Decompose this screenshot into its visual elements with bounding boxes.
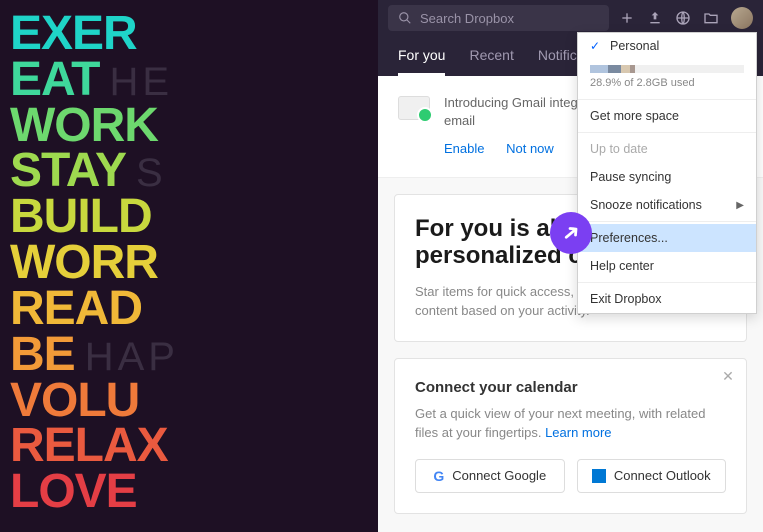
outlook-icon — [592, 469, 606, 483]
avatar[interactable] — [731, 7, 753, 29]
exit-dropbox-item[interactable]: Exit Dropbox — [578, 285, 756, 313]
usage-segment — [621, 65, 630, 73]
folder-icon[interactable] — [703, 10, 719, 26]
close-icon[interactable]: ✕ — [720, 369, 736, 385]
calendar-title: Connect your calendar — [415, 379, 726, 396]
account-dropdown: ✓ Personal 28.9% of 2.8GB used Get more … — [577, 32, 757, 314]
search-container[interactable] — [388, 5, 609, 31]
sync-status-item: Up to date — [578, 135, 756, 163]
enable-link[interactable]: Enable — [444, 141, 484, 156]
connect-google-button[interactable]: G Connect Google — [415, 459, 565, 493]
help-center-item[interactable]: Help center — [578, 252, 756, 280]
search-icon — [398, 11, 412, 25]
upload-icon[interactable] — [647, 10, 663, 26]
check-icon: ✓ — [590, 39, 602, 53]
snooze-notifications-item[interactable]: Snooze notifications ▶ — [578, 191, 756, 219]
tab-recent[interactable]: Recent — [469, 47, 513, 76]
learn-more-link[interactable]: Learn more — [545, 425, 611, 440]
add-icon[interactable] — [619, 10, 635, 26]
usage-bar — [590, 65, 744, 73]
connect-outlook-button[interactable]: Connect Outlook — [577, 459, 727, 493]
calendar-card: ✕ Connect your calendar Get a quick view… — [394, 358, 747, 514]
chevron-right-icon: ▶ — [736, 200, 744, 211]
usage-segment — [630, 65, 635, 73]
calendar-desc: Get a quick view of your next meeting, w… — [415, 404, 726, 443]
tab-for-you[interactable]: For you — [398, 47, 445, 76]
not-now-link[interactable]: Not now — [506, 141, 554, 156]
envelope-icon — [398, 96, 430, 120]
wallpaper-line: LOVE — [10, 466, 368, 518]
get-more-space-item[interactable]: Get more space — [578, 102, 756, 130]
usage-segment — [590, 65, 608, 73]
account-name: Personal — [610, 39, 659, 53]
wallpaper-line: BEHAP — [10, 329, 368, 381]
google-icon: G — [433, 468, 444, 484]
usage-segment — [608, 65, 620, 73]
pause-syncing-item[interactable]: Pause syncing — [578, 163, 756, 191]
topbar — [378, 0, 763, 36]
wallpaper-line: EATHE — [10, 54, 368, 106]
usage-text: 28.9% of 2.8GB used — [578, 77, 756, 97]
globe-icon[interactable] — [675, 10, 691, 26]
preferences-item[interactable]: Preferences... — [578, 224, 756, 252]
dropbox-panel: For youRecentNotifications Introducing G… — [378, 0, 763, 532]
desktop-wallpaper: EXEREATHEWORKSTAYSBUILDWORRREADBEHAPVOLU… — [0, 0, 378, 532]
account-row[interactable]: ✓ Personal — [578, 33, 756, 59]
annotation-pointer: ➜ — [550, 212, 600, 262]
topbar-actions — [619, 7, 753, 29]
search-input[interactable] — [420, 11, 599, 26]
